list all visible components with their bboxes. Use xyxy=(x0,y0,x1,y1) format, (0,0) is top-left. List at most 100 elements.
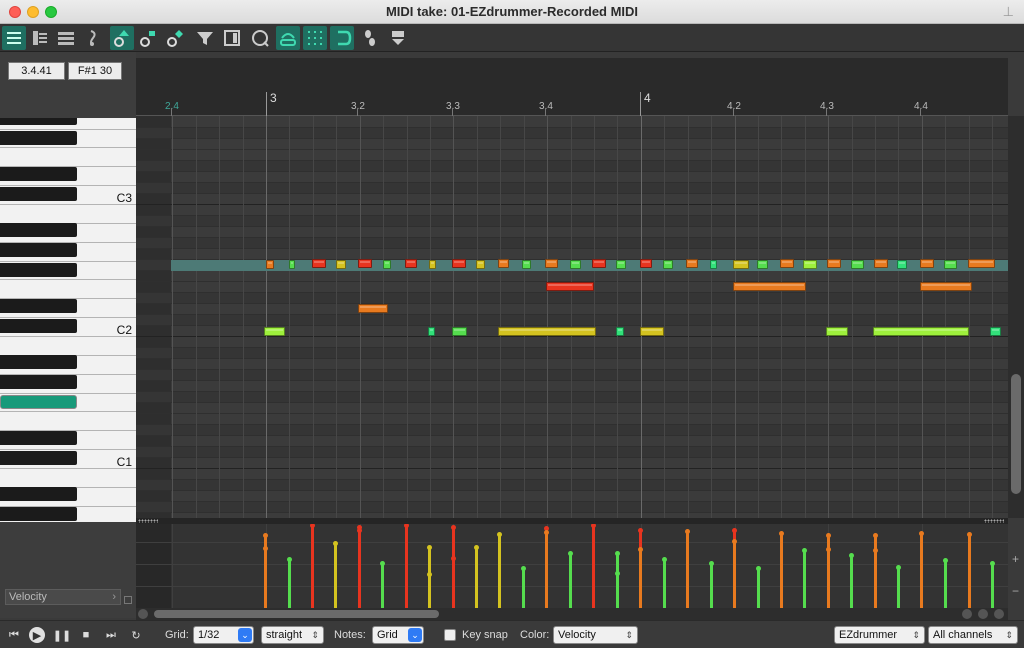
velocity-handle[interactable] xyxy=(427,545,432,550)
black-key[interactable] xyxy=(0,355,77,369)
toolbar-button-grid-snap[interactable] xyxy=(303,26,327,50)
midi-note[interactable] xyxy=(780,259,794,268)
velocity-stem[interactable] xyxy=(381,563,384,608)
black-key[interactable] xyxy=(0,319,77,333)
velocity-stem[interactable] xyxy=(452,558,455,608)
velocity-handle[interactable] xyxy=(263,546,268,551)
velocity-stem[interactable] xyxy=(920,533,923,608)
midi-note[interactable] xyxy=(920,282,972,291)
velocity-stem[interactable] xyxy=(358,530,361,608)
white-key[interactable] xyxy=(0,393,136,394)
piano-keyboard[interactable]: C3C2C1 xyxy=(0,118,136,522)
black-key[interactable] xyxy=(0,487,77,501)
velocity-stem[interactable] xyxy=(710,563,713,608)
velocity-stem[interactable] xyxy=(663,559,666,608)
toolbar-button-media-item[interactable] xyxy=(220,26,244,50)
midi-note[interactable] xyxy=(897,260,907,269)
white-key[interactable] xyxy=(0,261,136,262)
play-icon[interactable]: ▶ xyxy=(29,627,45,643)
midi-note[interactable] xyxy=(733,260,749,269)
velocity-stem[interactable] xyxy=(803,550,806,608)
toolbar-button-quantize[interactable] xyxy=(248,26,272,50)
midi-note[interactable] xyxy=(452,259,466,268)
midi-note[interactable] xyxy=(827,259,841,268)
midi-note[interactable] xyxy=(266,260,274,269)
velocity-stem[interactable] xyxy=(944,560,947,608)
midi-note[interactable] xyxy=(312,259,326,268)
velocity-stem[interactable] xyxy=(428,574,431,608)
velocity-handle[interactable] xyxy=(287,557,292,562)
velocity-handle[interactable] xyxy=(615,551,620,556)
black-key[interactable] xyxy=(0,507,77,521)
midi-note[interactable] xyxy=(570,260,581,269)
midi-note[interactable] xyxy=(944,260,957,269)
velocity-handle[interactable] xyxy=(474,545,479,550)
white-key[interactable] xyxy=(0,185,136,186)
timeline-ruler[interactable]: 2.433.23.33.444.24.34.4 xyxy=(136,58,1008,116)
pin-icon[interactable]: ⊥ xyxy=(1003,4,1014,20)
midi-note[interactable] xyxy=(476,260,485,269)
midi-note[interactable] xyxy=(733,282,806,291)
velocity-handle[interactable] xyxy=(615,571,620,576)
midi-note[interactable] xyxy=(874,259,888,268)
midi-note[interactable] xyxy=(663,260,673,269)
pause-icon[interactable]: ❚❚ xyxy=(54,627,70,643)
white-key[interactable] xyxy=(0,129,136,130)
midi-note[interactable] xyxy=(873,327,969,336)
white-key[interactable] xyxy=(0,147,136,148)
lane-selector[interactable]: Velocity› xyxy=(5,589,121,605)
velocity-handle[interactable] xyxy=(826,533,831,538)
toolbar-button-event-list[interactable] xyxy=(54,26,78,50)
midi-note[interactable] xyxy=(826,327,848,336)
velocity-handle[interactable] xyxy=(521,566,526,571)
black-key[interactable] xyxy=(0,243,77,257)
midi-note[interactable] xyxy=(546,282,594,291)
velocity-handle[interactable] xyxy=(380,561,385,566)
swing-select[interactable]: straight⇕ xyxy=(261,626,324,644)
black-key[interactable] xyxy=(0,431,77,445)
velocity-handle[interactable] xyxy=(638,547,643,552)
white-key[interactable] xyxy=(0,411,136,412)
velocity-handle[interactable] xyxy=(779,531,784,536)
white-key[interactable] xyxy=(0,336,136,337)
black-key[interactable] xyxy=(0,187,77,201)
velocity-stem[interactable] xyxy=(897,567,900,608)
midi-note[interactable] xyxy=(358,259,372,268)
midi-note[interactable] xyxy=(429,260,436,269)
velocity-stem[interactable] xyxy=(405,525,408,608)
velocity-handle[interactable] xyxy=(943,558,948,563)
toolbar-button-midi-input[interactable] xyxy=(386,26,410,50)
drum-map-select[interactable]: EZdrummer⇕ xyxy=(834,626,925,644)
velocity-handle[interactable] xyxy=(357,528,362,533)
velocity-handle[interactable] xyxy=(451,556,456,561)
horizontal-scrollbar[interactable] xyxy=(136,608,1008,620)
velocity-handle[interactable] xyxy=(638,528,643,533)
zoom-out-button[interactable] xyxy=(962,609,972,619)
velocity-stem[interactable] xyxy=(592,525,595,608)
velocity-stem[interactable] xyxy=(639,549,642,608)
velocity-handle[interactable] xyxy=(544,530,549,535)
midi-note[interactable] xyxy=(452,327,467,336)
velocity-lane[interactable] xyxy=(136,524,1008,608)
black-key[interactable] xyxy=(0,451,77,465)
toolbar-button-loop[interactable] xyxy=(330,26,354,50)
toolbar-button-notation[interactable] xyxy=(81,26,105,50)
white-key[interactable] xyxy=(0,204,136,205)
key-snap-checkbox[interactable] xyxy=(444,629,456,641)
go-to-start-icon[interactable]: ⏮ xyxy=(6,627,22,643)
scroll-left-button[interactable] xyxy=(138,609,148,619)
velocity-stem[interactable] xyxy=(569,553,572,608)
zoom-out-icon[interactable]: − xyxy=(1012,584,1019,598)
velocity-stem[interactable] xyxy=(264,548,267,608)
midi-note[interactable] xyxy=(710,260,717,269)
velocity-stem[interactable] xyxy=(991,563,994,608)
horizontal-scroll-thumb[interactable] xyxy=(154,610,439,618)
velocity-handle[interactable] xyxy=(709,561,714,566)
black-key[interactable] xyxy=(0,375,77,389)
velocity-stem[interactable] xyxy=(475,547,478,608)
toolbar-button-diamond-notes[interactable] xyxy=(163,26,187,50)
velocity-stem[interactable] xyxy=(733,541,736,608)
velocity-stem[interactable] xyxy=(850,555,853,608)
zoom-in-button[interactable] xyxy=(978,609,988,619)
midi-note[interactable] xyxy=(757,260,768,269)
